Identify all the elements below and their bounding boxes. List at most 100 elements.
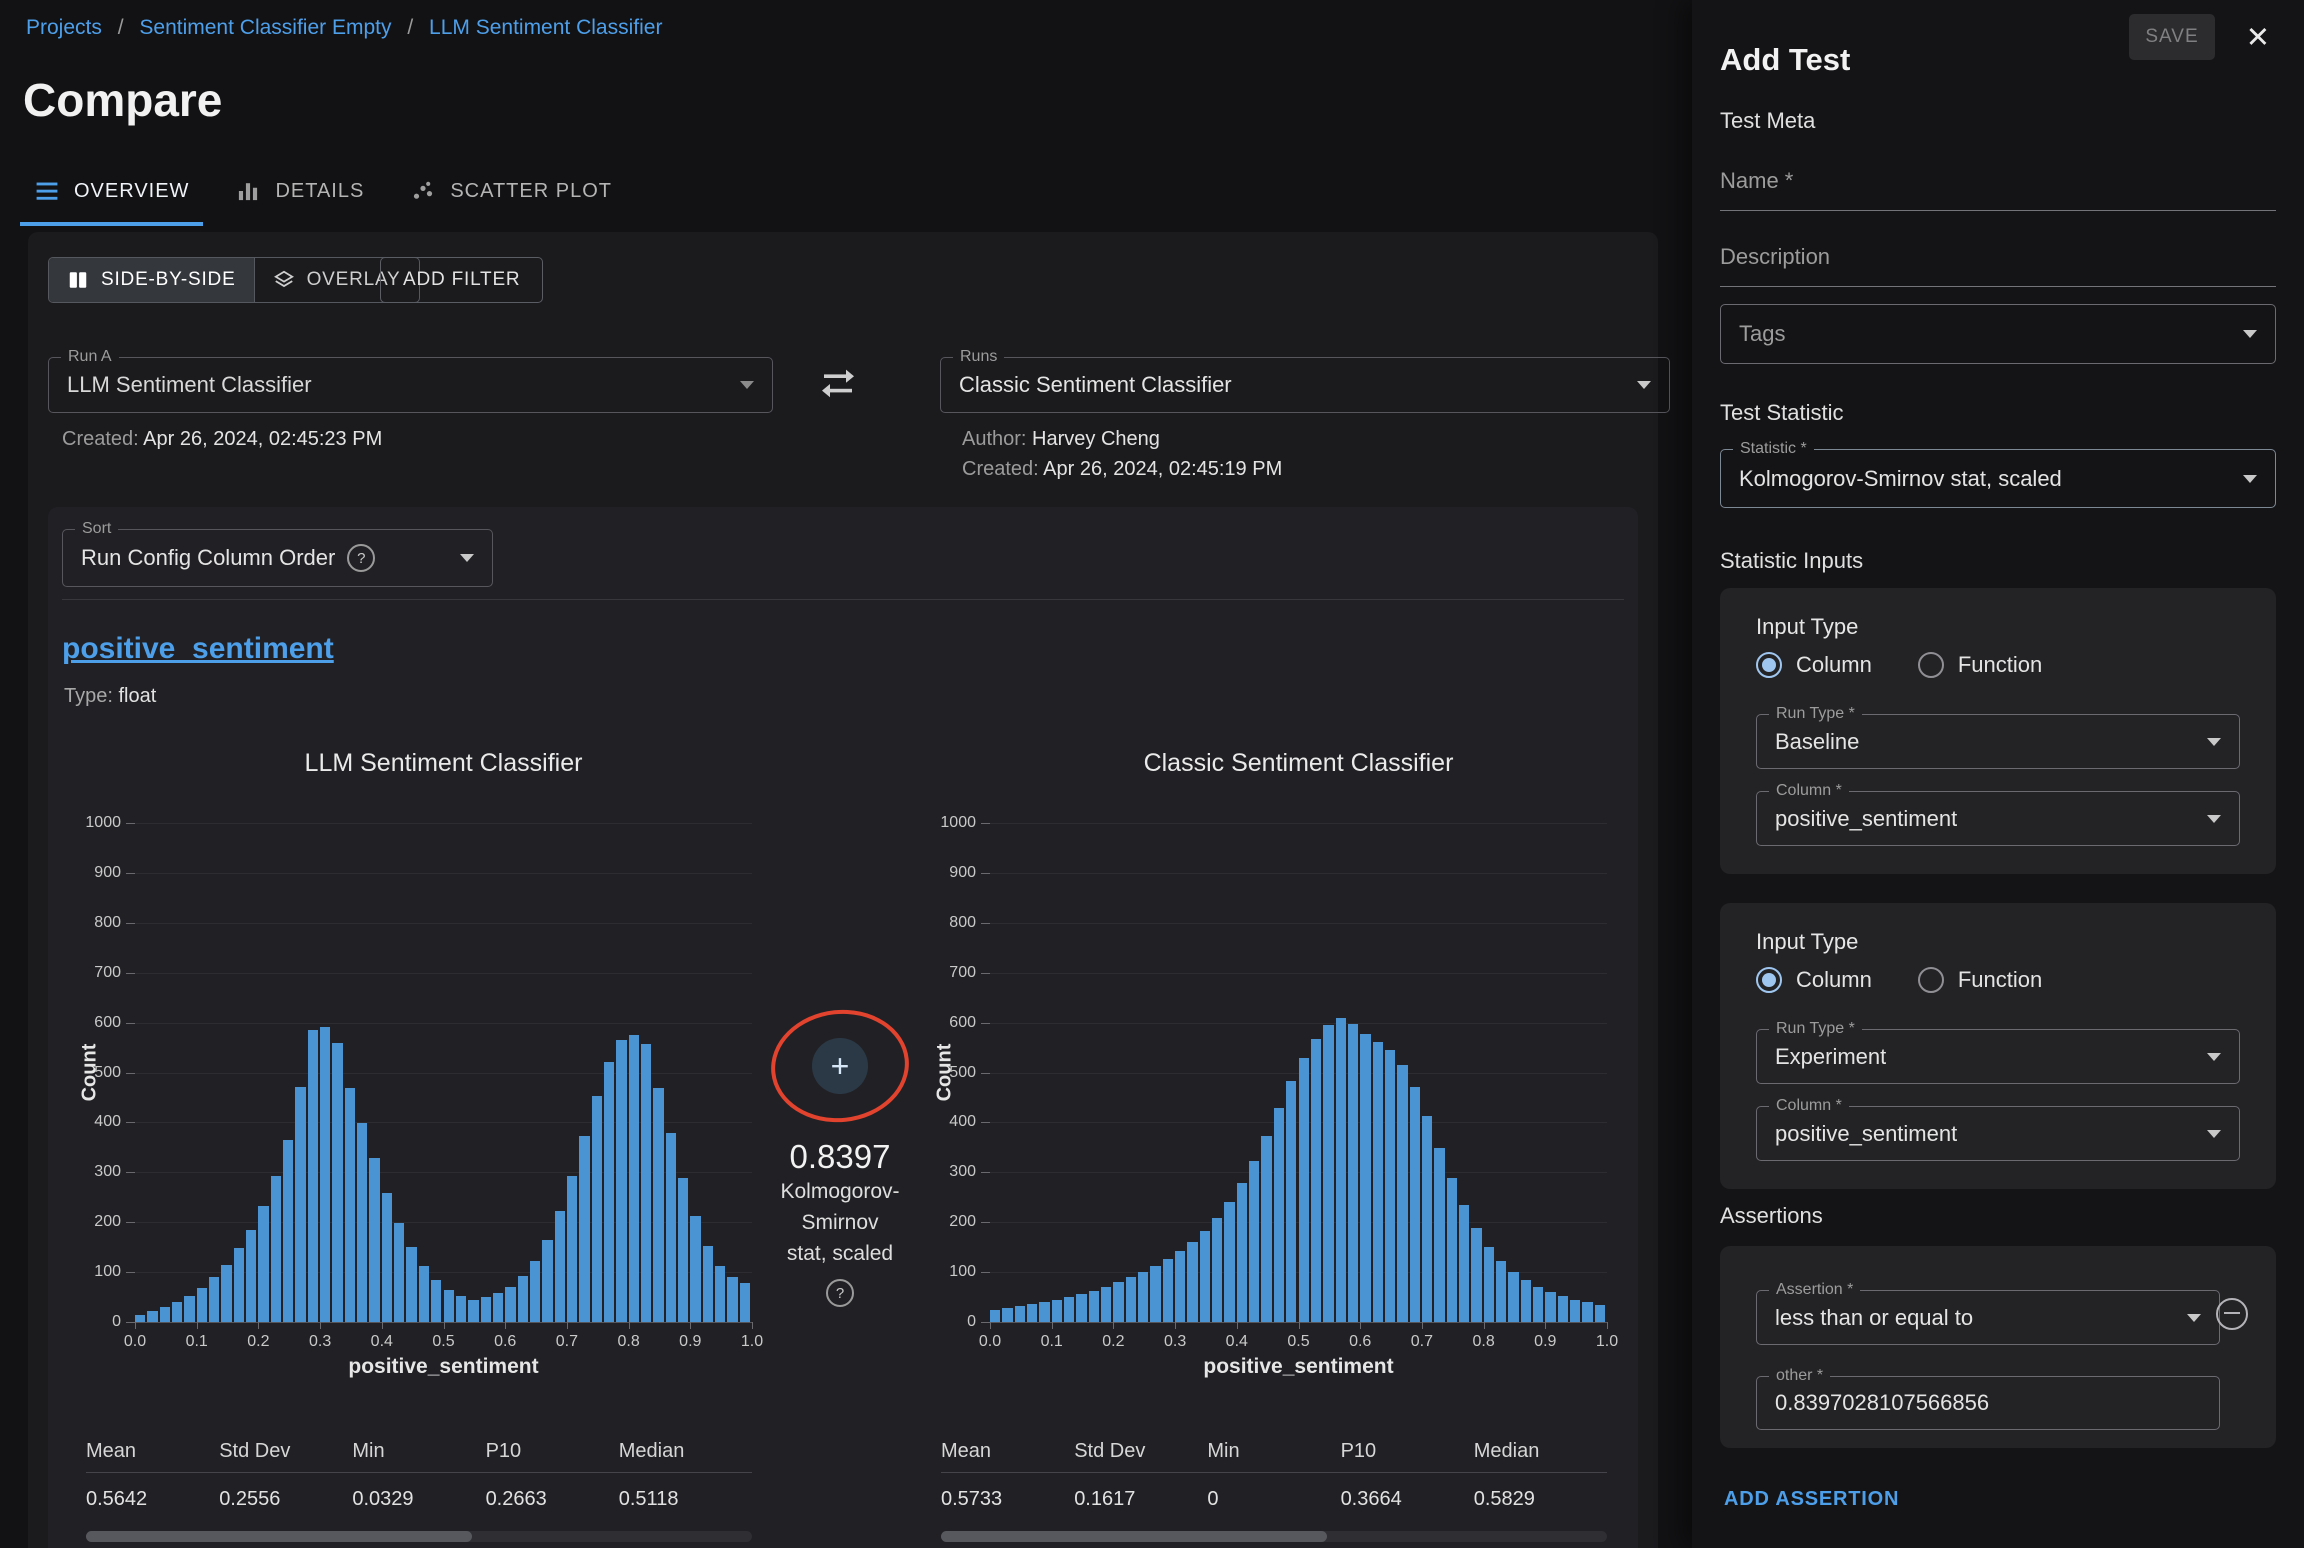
column-value: positive_sentiment <box>1775 806 1957 832</box>
name-field[interactable]: Name * <box>1720 168 2276 211</box>
feature-link-positive-sentiment[interactable]: positive_sentiment <box>62 632 334 666</box>
histogram-bar <box>1200 1231 1210 1322</box>
app: Projects / Sentiment Classifier Empty / … <box>0 0 2304 1548</box>
y-tick-label: 600 <box>918 1014 976 1032</box>
tab-scatter-plot[interactable]: SCATTER PLOT <box>396 156 626 226</box>
plot-area: 010020030040050060070080090010000.00.10.… <box>135 823 752 1323</box>
breadcrumb-llm-sentiment-classifier[interactable]: LLM Sentiment Classifier <box>429 16 662 39</box>
run-b-select[interactable]: Runs Classic Sentiment Classifier <box>940 357 1670 413</box>
x-tick-mark <box>1175 1322 1176 1329</box>
run-type-select[interactable]: Run Type * Baseline <box>1756 714 2240 769</box>
histogram-bar <box>1089 1291 1099 1322</box>
run-a-value: LLM Sentiment Classifier <box>67 372 312 398</box>
run-type-select[interactable]: Run Type * Experiment <box>1756 1029 2240 1084</box>
histogram-bar <box>1224 1202 1234 1322</box>
gridline <box>135 973 752 974</box>
add-filter-button[interactable]: ADD FILTER <box>380 257 543 303</box>
add-test-drawer: Add Test SAVE ✕ Test Meta Name * Descrip… <box>1692 0 2304 1548</box>
swap-runs-button[interactable] <box>818 364 858 404</box>
side-by-side-toggle[interactable]: SIDE-BY-SIDE <box>49 258 254 302</box>
radio-column[interactable]: Column <box>1756 652 1872 678</box>
chevron-down-icon <box>460 554 474 562</box>
chart-classic-sentiment: Classic Sentiment Classifier Count 01002… <box>917 743 1617 1548</box>
y-tick-label: 400 <box>918 1113 976 1131</box>
histogram-bar <box>1595 1305 1605 1322</box>
histogram-bar <box>1311 1039 1321 1322</box>
histogram-bar <box>1447 1178 1457 1322</box>
assertion-other-input[interactable]: other * 0.8397028107566856 <box>1756 1376 2220 1430</box>
stat-value-cell: 0.5642 <box>86 1486 219 1512</box>
add-assertion-button[interactable]: ADD ASSERTION <box>1724 1488 1899 1511</box>
plot-area: 010020030040050060070080090010000.00.10.… <box>990 823 1607 1323</box>
stat-header-cell: Median <box>619 1438 752 1464</box>
horizontal-scrollbar[interactable] <box>86 1531 752 1542</box>
column-select[interactable]: Column * positive_sentiment <box>1756 1106 2240 1161</box>
sort-select[interactable]: Sort Run Config Column Order ? <box>62 529 493 587</box>
radio-column[interactable]: Column <box>1756 967 1872 993</box>
description-field[interactable]: Description <box>1720 244 2276 287</box>
radio-function[interactable]: Function <box>1918 967 2042 993</box>
assertion-label: Assertion * <box>1769 1281 1860 1299</box>
y-tick-mark <box>981 1272 990 1273</box>
add-filter-label: ADD FILTER <box>403 269 520 291</box>
stat-header-cell: Min <box>1207 1438 1340 1464</box>
stat-header-cell: Std Dev <box>219 1438 352 1464</box>
gridline <box>135 1073 752 1074</box>
radio-function[interactable]: Function <box>1918 652 2042 678</box>
close-icon[interactable]: ✕ <box>2246 18 2270 58</box>
x-axis-label: positive_sentiment <box>135 1355 752 1379</box>
x-tick-label: 0.5 <box>422 1333 466 1351</box>
input-type-radio-group: Column Function <box>1756 652 2042 678</box>
tab-overview[interactable]: OVERVIEW <box>20 156 203 226</box>
histogram-bar <box>1459 1205 1469 1322</box>
breadcrumb-projects[interactable]: Projects <box>26 16 102 39</box>
drawer-title: Add Test <box>1720 42 1850 78</box>
scrollbar-thumb[interactable] <box>941 1531 1327 1542</box>
column-select[interactable]: Column * positive_sentiment <box>1756 791 2240 846</box>
add-test-button[interactable]: + <box>812 1038 868 1094</box>
x-tick-label: 0.6 <box>1338 1333 1382 1351</box>
y-tick-label: 200 <box>918 1213 976 1231</box>
tab-details[interactable]: DETAILS <box>221 156 378 226</box>
tags-placeholder: Tags <box>1739 321 1785 347</box>
radio-label: Function <box>1958 652 2042 678</box>
histogram-bar <box>1064 1297 1074 1322</box>
run-a-select[interactable]: Run A LLM Sentiment Classifier <box>48 357 773 413</box>
x-tick-label: 0.0 <box>968 1333 1012 1351</box>
histogram-bar <box>1015 1306 1025 1322</box>
histogram-bar <box>1496 1261 1506 1322</box>
histogram-bar <box>283 1140 293 1322</box>
histogram-bar <box>1150 1266 1160 1322</box>
remove-assertion-icon[interactable] <box>2216 1298 2248 1330</box>
x-tick-mark <box>1052 1322 1053 1329</box>
histogram-bar <box>160 1307 170 1322</box>
sort-label: Sort <box>75 520 118 538</box>
histogram-bar <box>1471 1228 1481 1322</box>
chevron-down-icon <box>2207 815 2221 823</box>
save-button[interactable]: SAVE <box>2129 14 2215 60</box>
tags-select[interactable]: Tags <box>1720 304 2276 364</box>
divider <box>941 1472 1607 1473</box>
histogram-bar <box>1545 1292 1555 1322</box>
horizontal-scrollbar[interactable] <box>941 1531 1607 1542</box>
view-mode-toggle: SIDE-BY-SIDE OVERLAY <box>48 257 420 303</box>
stat-header-cell: Std Dev <box>1074 1438 1207 1464</box>
statistic-select[interactable]: Statistic * Kolmogorov-Smirnov stat, sca… <box>1720 449 2276 508</box>
assertion-select[interactable]: Assertion * less than or equal to <box>1756 1290 2220 1345</box>
help-icon[interactable]: ? <box>347 544 375 572</box>
histogram-bar <box>690 1216 700 1322</box>
stat-name-line: Smirnov <box>801 1207 878 1238</box>
divider <box>62 599 1624 600</box>
histogram-bar <box>990 1310 1000 1322</box>
breadcrumb-sentiment-classifier-empty[interactable]: Sentiment Classifier Empty <box>139 16 391 39</box>
scrollbar-thumb[interactable] <box>86 1531 472 1542</box>
histogram-bar <box>1397 1065 1407 1322</box>
y-tick-mark <box>981 923 990 924</box>
tab-bar: OVERVIEW DETAILS SCATTER PLOT <box>20 156 626 226</box>
histogram-bar <box>1261 1136 1271 1322</box>
y-tick-mark <box>126 1023 135 1024</box>
help-icon[interactable]: ? <box>826 1279 854 1307</box>
run-b-created: Created: Apr 26, 2024, 02:45:19 PM <box>962 458 1282 481</box>
y-tick-label: 100 <box>918 1263 976 1281</box>
x-tick-label: 0.2 <box>1091 1333 1135 1351</box>
